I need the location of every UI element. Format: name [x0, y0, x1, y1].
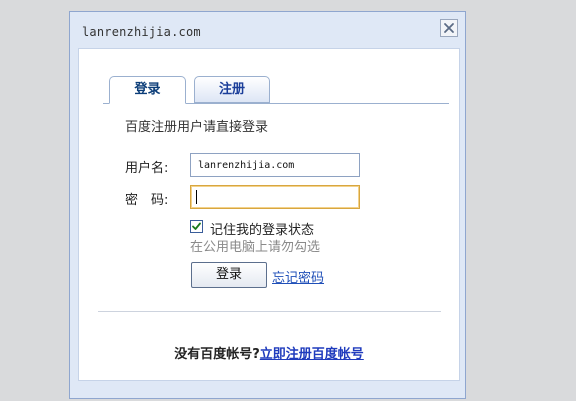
dialog-body: 登录 注册 百度注册用户请直接登录 用户名: 密 码: 记住我的登录状态 在公用…	[78, 48, 460, 381]
forgot-password-link[interactable]: 忘记密码	[272, 267, 324, 286]
register-question: 没有百度帐号?	[174, 347, 260, 362]
close-icon	[444, 23, 454, 33]
dialog-header: lanrenzhijia.com	[70, 12, 465, 48]
divider	[98, 311, 441, 312]
register-prompt: 没有百度帐号?立即注册百度帐号	[79, 343, 459, 362]
login-hint: 百度注册用户请直接登录	[125, 120, 269, 135]
checkmark-icon	[192, 222, 201, 230]
dialog-title: lanrenzhijia.com	[82, 25, 201, 39]
remember-checkbox[interactable]	[190, 220, 203, 233]
tab-register[interactable]: 注册	[194, 76, 270, 103]
username-input[interactable]	[190, 153, 360, 177]
password-label: 密 码:	[125, 193, 169, 208]
tab-login[interactable]: 登录	[109, 76, 186, 104]
username-label: 用户名:	[125, 161, 169, 176]
close-button[interactable]	[440, 19, 458, 37]
remember-tip: 在公用电脑上请勿勾选	[190, 240, 321, 255]
login-dialog: lanrenzhijia.com 登录 注册 百度注册用户请直接登录 用户名: …	[69, 11, 466, 399]
password-input[interactable]	[190, 185, 360, 209]
text-caret	[196, 190, 197, 204]
register-link[interactable]: 立即注册百度帐号	[260, 347, 364, 362]
login-button[interactable]: 登录	[191, 262, 267, 288]
